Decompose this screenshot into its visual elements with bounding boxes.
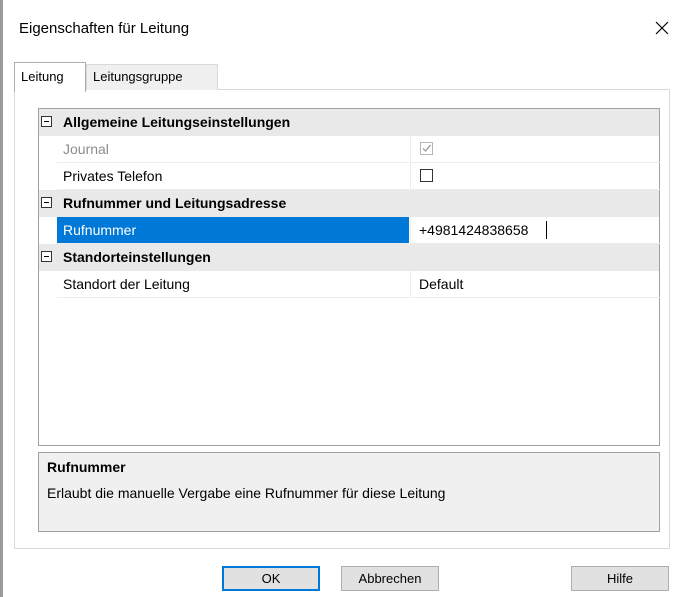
category-label: Rufnummer und Leitungsadresse (63, 195, 287, 211)
close-button[interactable] (644, 10, 680, 46)
category-allgemeine-leitungseinstellungen[interactable]: Allgemeine Leitungseinstellungen (39, 109, 659, 136)
category-label: Allgemeine Leitungseinstellungen (63, 114, 291, 130)
window-title: Eigenschaften für Leitung (19, 20, 190, 37)
description-title: Rufnummer (47, 459, 126, 475)
property-name: Journal (63, 141, 109, 157)
category-label: Standorteinstellungen (63, 249, 211, 265)
property-value-cell (410, 163, 660, 190)
property-row-privates-telefon[interactable]: Privates Telefon (39, 163, 660, 190)
property-row-journal[interactable]: Journal (39, 136, 660, 163)
property-value-cell[interactable]: Default (410, 271, 660, 298)
property-name-cell[interactable]: Standort der Leitung (57, 271, 409, 298)
button-label: Hilfe (606, 571, 633, 586)
property-name: Rufnummer (63, 222, 137, 238)
property-grid: Allgemeine Leitungseinstellungen Journal… (38, 108, 660, 446)
property-name-cell[interactable]: Privates Telefon (57, 163, 409, 190)
tab-label: Leitung (21, 69, 64, 84)
category-rufnummer-und-leitungsadresse[interactable]: Rufnummer und Leitungsadresse (39, 190, 659, 217)
button-label: OK (261, 571, 281, 586)
button-label: Abbrechen (358, 571, 422, 586)
property-value-cell (410, 136, 660, 163)
property-value: +4981424838658 (419, 222, 529, 238)
journal-checkbox (420, 142, 433, 155)
collapse-icon[interactable] (41, 197, 52, 208)
property-row-rufnummer[interactable]: Rufnummer +4981424838658 (39, 217, 660, 244)
collapse-icon[interactable] (41, 251, 52, 262)
close-icon (655, 21, 669, 35)
cancel-button[interactable]: Abbrechen (341, 566, 439, 591)
text-caret (546, 221, 547, 239)
checkmark-icon (422, 144, 432, 153)
ok-button[interactable]: OK (222, 566, 320, 591)
property-name: Privates Telefon (63, 168, 163, 184)
property-name-cell[interactable]: Rufnummer (57, 217, 409, 244)
category-standorteinstellungen[interactable]: Standorteinstellungen (39, 244, 659, 271)
property-name: Standort der Leitung (63, 276, 190, 292)
window-border (0, 0, 3, 597)
title-bar: Eigenschaften für Leitung (3, 0, 680, 58)
property-row-standort-der-leitung[interactable]: Standort der Leitung Default (39, 271, 660, 298)
tab-label: Leitungsgruppe (93, 69, 183, 84)
description-panel: Rufnummer Erlaubt die manuelle Vergabe e… (38, 452, 660, 532)
help-button[interactable]: Hilfe (571, 566, 669, 591)
collapse-icon[interactable] (41, 116, 52, 127)
property-name-cell[interactable]: Journal (57, 136, 409, 163)
privates-telefon-checkbox[interactable] (420, 169, 433, 182)
description-text: Erlaubt die manuelle Vergabe eine Rufnum… (47, 485, 446, 501)
rufnummer-input[interactable]: +4981424838658 (410, 217, 660, 244)
tab-leitung[interactable]: Leitung (14, 62, 86, 92)
properties-dialog: Eigenschaften für Leitung Leitung Leitun… (0, 0, 680, 597)
tab-leitungsgruppe[interactable]: Leitungsgruppe (86, 64, 218, 90)
property-value: Default (419, 276, 464, 292)
